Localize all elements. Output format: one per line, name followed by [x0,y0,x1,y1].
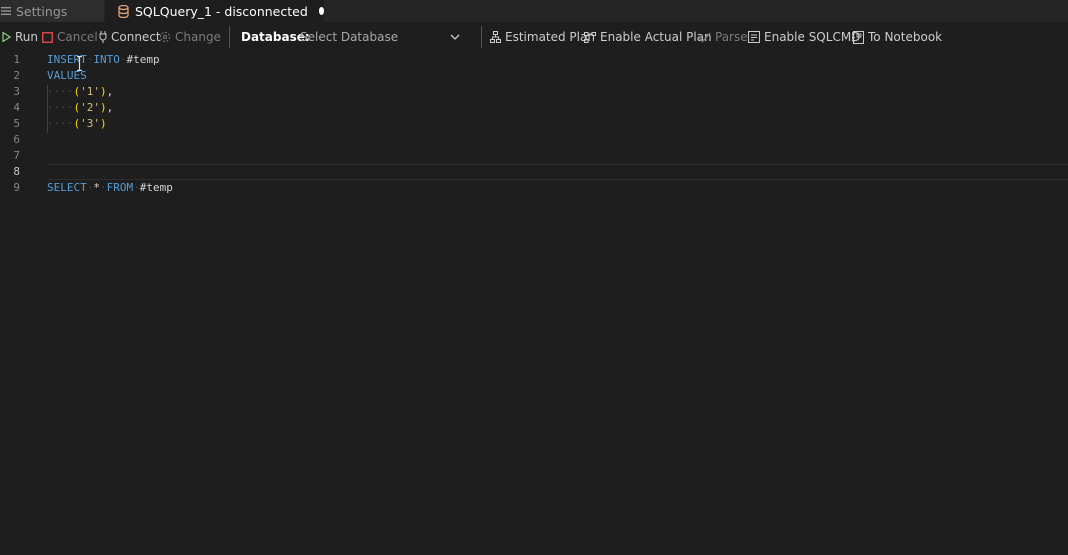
code-line[interactable]: 9 SELECT·*·FROM·#temp [0,180,1068,196]
database-icon [118,4,129,18]
text-cursor-icon [77,56,82,71]
code-text: SELECT·*·FROM·#temp [47,180,173,196]
to-notebook-button[interactable]: To Notebook [852,22,942,52]
checkmark-icon [698,32,711,43]
tab-bar: Settings SQLQuery_1 - disconnected [0,0,1068,22]
line-number: 4 [13,101,20,114]
code-token: · [133,181,140,194]
code-token: · [100,181,107,194]
actual-plan-icon [584,31,596,43]
database-select[interactable]: Select Database [296,25,467,49]
line-number: 7 [13,149,20,162]
unsaved-dot-icon[interactable] [318,7,324,15]
code-token: '1' [80,85,100,98]
code-text: INSERT·INTO·#temp [47,52,160,68]
code-token: ) [100,85,107,98]
code-token: FROM [106,181,134,194]
code-token: '2' [80,101,100,114]
line-number: 2 [13,69,20,82]
code-line[interactable]: 7 [0,148,1068,164]
sql-editor-window: Settings SQLQuery_1 - disconnected Run C… [0,0,1068,555]
enable-sqlcmd-button[interactable]: Enable SQLCMD [748,22,860,52]
line-number: 8 [13,165,20,178]
sqlcmd-icon [748,31,760,43]
line-number: 5 [13,117,20,130]
code-line[interactable]: 5 ····('3') [0,116,1068,132]
change-connection-button[interactable]: Change [159,22,221,52]
enable-actual-plan-button[interactable]: Enable Actual Plan [584,22,712,52]
code-token: #temp [126,53,160,66]
code-line[interactable]: 2 VALUES [0,68,1068,84]
code-line[interactable]: 3 ····('1'), [0,84,1068,100]
code-token: SELECT [47,181,87,194]
chevron-down-icon [449,31,461,46]
code-line[interactable]: 8 [0,164,1068,180]
parse-button[interactable]: Parse [698,22,748,52]
code-token: , [106,101,114,114]
notebook-icon [852,30,864,44]
code-token: '3' [80,117,100,130]
run-button[interactable]: Run [2,22,38,52]
code-token: ) [100,117,107,130]
change-connection-icon [159,31,171,43]
current-line-highlight [47,164,1068,180]
query-toolbar: Run Cancel Connect Change Database: Sele… [0,22,1068,52]
tab-sqlquery[interactable]: SQLQuery_1 - disconnected [105,0,324,22]
code-token: INTO [93,53,120,66]
code-token: · [119,53,127,66]
code-token: #temp [139,181,173,194]
settings-icon [0,4,12,18]
tab-settings[interactable]: Settings [0,0,104,22]
line-number: 3 [13,85,20,98]
tab-label: Settings [16,3,68,19]
code-token: ) [100,101,107,114]
code-token: ···· [47,85,74,98]
code-token: , [106,85,114,98]
line-number: 9 [13,181,20,194]
plan-tree-icon [490,31,501,43]
code-text: ····('3') [47,116,107,132]
line-number: 1 [13,53,20,66]
code-line[interactable]: 6 [0,132,1068,148]
toolbar-separator [481,26,482,48]
estimated-plan-button[interactable]: Estimated Plan [490,22,595,52]
code-token: ···· [47,101,74,114]
connect-button[interactable]: Connect [99,22,161,52]
cancel-button[interactable]: Cancel [42,22,98,52]
code-line[interactable]: 1 INSERT·INTO·#temp [0,52,1068,68]
toolbar-separator [229,26,230,48]
code-text: ····('1'), [47,84,113,100]
code-text: ····('2'), [47,100,113,116]
code-line[interactable]: 4 ····('2'), [0,100,1068,116]
code-token: ···· [47,117,74,130]
code-editor[interactable]: 1 INSERT·INTO·#temp 2 VALUES 3 ····('1'), 4 ···… [0,52,1068,555]
line-number: 6 [13,133,20,146]
code-token: * [93,181,100,194]
play-icon [2,32,11,42]
tab-label: SQLQuery_1 - disconnected [135,3,308,19]
stop-icon [42,31,53,43]
plug-icon [99,31,107,43]
